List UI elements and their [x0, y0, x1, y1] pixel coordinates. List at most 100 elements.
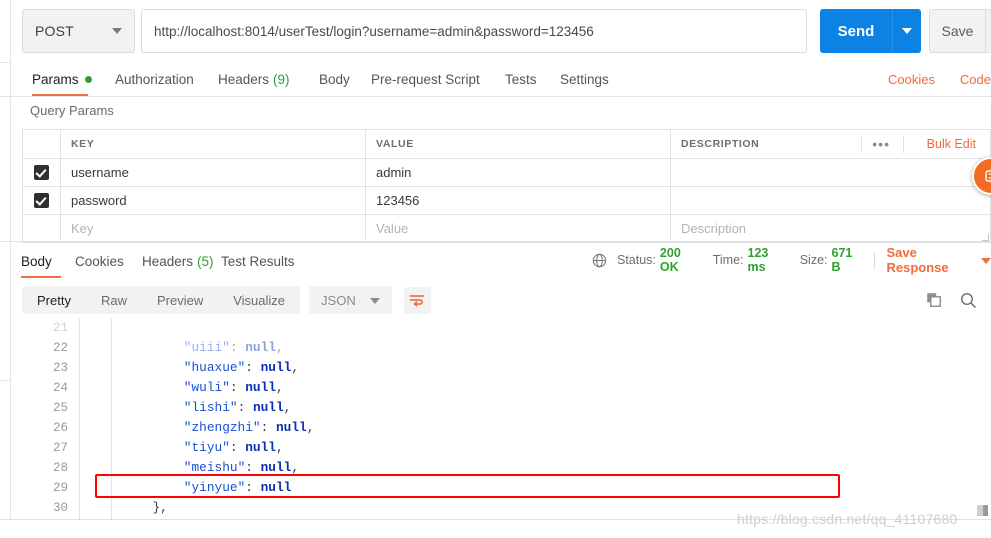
column-header-value: VALUE — [376, 138, 414, 150]
tab-params[interactable]: Params — [32, 62, 92, 96]
response-format-select[interactable]: JSON — [309, 286, 392, 314]
more-options-icon[interactable]: ••• — [872, 136, 890, 152]
response-tab-body[interactable]: Body — [21, 244, 61, 278]
new-param-value-input[interactable]: Value — [376, 221, 408, 236]
gutter-line-number: 27 — [52, 441, 68, 455]
table-placeholder-row[interactable]: Key Value Description — [23, 215, 990, 243]
response-tab-cookies-label: Cookies — [75, 253, 124, 269]
meta-divider — [873, 251, 875, 269]
view-mode-preview-label: Preview — [156, 292, 204, 308]
code-link[interactable]: Code — [960, 62, 991, 96]
save-button[interactable]: Save — [929, 9, 991, 53]
gutter-line-number: 30 — [52, 501, 68, 515]
copy-icon[interactable] — [926, 292, 942, 308]
new-param-description-input[interactable]: Description — [681, 221, 746, 236]
table-row[interactable]: username admin — [23, 159, 990, 187]
chevron-down-icon — [112, 28, 122, 34]
gutter-line-number: 28 — [52, 461, 68, 475]
view-mode-visualize[interactable]: Visualize — [218, 286, 300, 314]
bulk-edit-link[interactable]: Bulk Edit — [927, 137, 976, 151]
chevron-down-icon[interactable] — [981, 253, 991, 267]
json-key: zhengzhi — [191, 420, 253, 435]
json-key: wuli — [191, 380, 223, 395]
json-value: null — [275, 420, 307, 435]
code-content: "uiii": null, "huaxue": null, "wuli": nu… — [107, 318, 991, 519]
json-value: null — [245, 440, 276, 455]
code-link-label: Code — [959, 71, 991, 87]
tab-body[interactable]: Body — [319, 62, 350, 96]
json-key: lishi — [191, 400, 230, 415]
json-closing-brace: }, — [152, 500, 168, 515]
search-icon[interactable] — [960, 292, 977, 309]
code-gutter: 21 22 23 24 25 26 27 28 29 30 31 — [30, 318, 75, 519]
gutter-line-number: 25 — [52, 401, 68, 415]
json-key: yinyue — [191, 480, 238, 495]
cookies-link[interactable]: Cookies — [888, 62, 935, 96]
gutter-line-number: 24 — [52, 381, 68, 395]
params-active-dot-icon — [84, 75, 92, 83]
json-value: null — [245, 340, 276, 355]
status-value: 200 OK — [659, 246, 681, 274]
view-mode-group: Pretty Raw Preview Visualize — [22, 286, 301, 314]
query-params-table: KEY VALUE DESCRIPTION ••• Bulk Edit user… — [22, 129, 991, 243]
tab-settings[interactable]: Settings — [560, 62, 609, 96]
chevron-down-icon — [902, 28, 912, 34]
word-wrap-toggle[interactable] — [403, 286, 431, 314]
send-button[interactable]: Send — [820, 9, 921, 53]
cookies-link-label: Cookies — [888, 71, 935, 87]
tab-tests[interactable]: Tests — [505, 62, 537, 96]
json-value: null — [260, 460, 292, 475]
tab-tests-label: Tests — [505, 71, 537, 87]
gutter-line-number: 29 — [52, 481, 68, 495]
tab-authorization-label: Authorization — [115, 71, 194, 87]
new-param-key-input[interactable]: Key — [71, 221, 93, 236]
tab-params-label: Params — [32, 71, 79, 87]
param-value[interactable]: 123456 — [376, 193, 419, 208]
response-tab-cookies[interactable]: Cookies — [75, 244, 124, 278]
param-key[interactable]: username — [71, 165, 129, 180]
view-mode-pretty[interactable]: Pretty — [22, 286, 86, 314]
row-checkbox[interactable] — [34, 193, 49, 208]
table-row[interactable]: password 123456 — [23, 187, 990, 215]
status-label: Status: — [617, 253, 656, 267]
row-checkbox-cell — [23, 187, 61, 214]
response-tab-body-label: Body — [21, 253, 52, 269]
response-tab-headers[interactable]: Headers (5) — [142, 244, 214, 278]
response-body-code[interactable]: 21 22 23 24 25 26 27 28 29 30 31 "uiii":… — [11, 318, 991, 519]
response-format-label: JSON — [321, 292, 356, 308]
request-url-row: POST http://localhost:8014/userTest/logi… — [22, 9, 991, 53]
response-tab-test-results[interactable]: Test Results — [221, 244, 295, 278]
json-key: huaxue — [191, 360, 238, 375]
row-checkbox[interactable] — [34, 165, 49, 180]
view-mode-raw[interactable]: Raw — [86, 286, 142, 314]
save-options-button[interactable] — [985, 10, 991, 52]
tab-authorization[interactable]: Authorization — [115, 62, 194, 96]
table-resize-grip[interactable] — [982, 234, 989, 241]
gutter-line-number: 21 — [52, 321, 68, 335]
code-fold-column — [79, 318, 80, 519]
send-options-button[interactable] — [892, 9, 921, 53]
tab-pre-request-script[interactable]: Pre-request Script — [371, 62, 480, 96]
json-key: tiyu — [191, 440, 223, 455]
tab-headers[interactable]: Headers (9) — [218, 62, 290, 96]
json-key: uiii — [191, 340, 223, 355]
http-method-select[interactable]: POST — [22, 9, 135, 53]
row-checkbox-cell — [23, 159, 61, 186]
left-rail — [0, 0, 11, 538]
view-mode-preview[interactable]: Preview — [142, 286, 218, 314]
view-mode-raw-label: Raw — [100, 292, 127, 308]
param-value[interactable]: admin — [376, 165, 411, 180]
table-header-row: KEY VALUE DESCRIPTION ••• Bulk Edit — [23, 130, 990, 159]
save-response-button[interactable]: Save Response — [886, 245, 973, 275]
response-pane-divider — [11, 241, 991, 242]
url-input[interactable]: http://localhost:8014/userTest/login?use… — [141, 9, 807, 53]
postman-window: POST http://localhost:8014/userTest/logi… — [0, 0, 991, 538]
response-tab-headers-count: (5) — [197, 253, 214, 269]
param-key[interactable]: password — [71, 193, 127, 208]
row-checkbox-cell — [23, 215, 61, 242]
save-button-label: Save — [941, 23, 974, 39]
json-value: null — [252, 400, 284, 415]
request-tabs: Params Authorization Headers (9) Body Pr… — [11, 62, 991, 96]
header-checkbox-cell — [23, 130, 61, 158]
tab-pre-request-script-label: Pre-request Script — [371, 71, 480, 87]
